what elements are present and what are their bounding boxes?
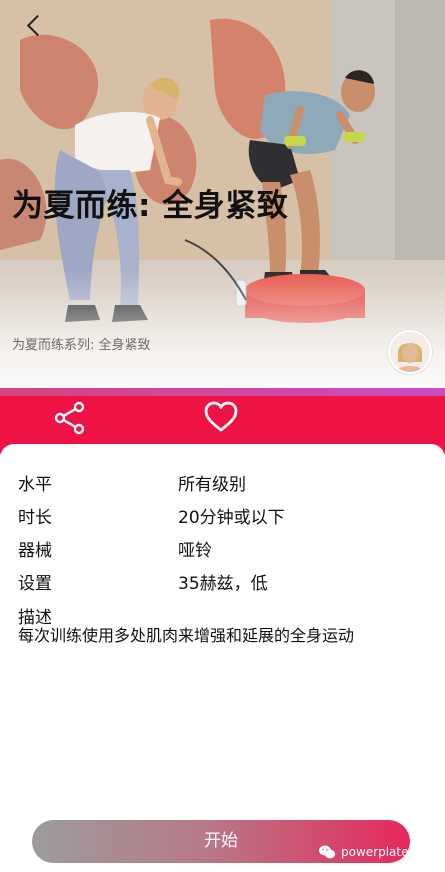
description-text: 每次训练使用多处肌肉来增强和延展的全身运动: [18, 626, 355, 645]
avatar-image: [390, 332, 430, 372]
detail-label: 时长: [18, 508, 52, 528]
share-icon[interactable]: [52, 400, 88, 436]
series-name: 为夏而练系列: 全身紧致: [12, 338, 151, 353]
watermark: powerplatechina: [318, 842, 441, 862]
back-chevron-icon[interactable]: [22, 12, 50, 40]
hero-fade-overlay: [0, 270, 445, 390]
heart-icon[interactable]: [202, 398, 240, 436]
detail-value: 所有级别: [178, 475, 246, 495]
wechat-icon: [319, 845, 336, 859]
instructor-avatar[interactable]: [388, 330, 432, 374]
workout-title: 为夏而练: 全身紧致: [12, 188, 289, 224]
detail-label: 设置: [18, 574, 52, 594]
detail-value: 20分钟或以下: [178, 508, 285, 528]
detail-value: 35赫兹，低: [178, 574, 268, 594]
accent-stripe: [0, 388, 445, 396]
detail-label: 器械: [18, 541, 52, 561]
detail-label: 水平: [18, 475, 52, 495]
detail-value: 哑铃: [178, 541, 212, 561]
watermark-text: powerplatechina: [341, 845, 441, 859]
